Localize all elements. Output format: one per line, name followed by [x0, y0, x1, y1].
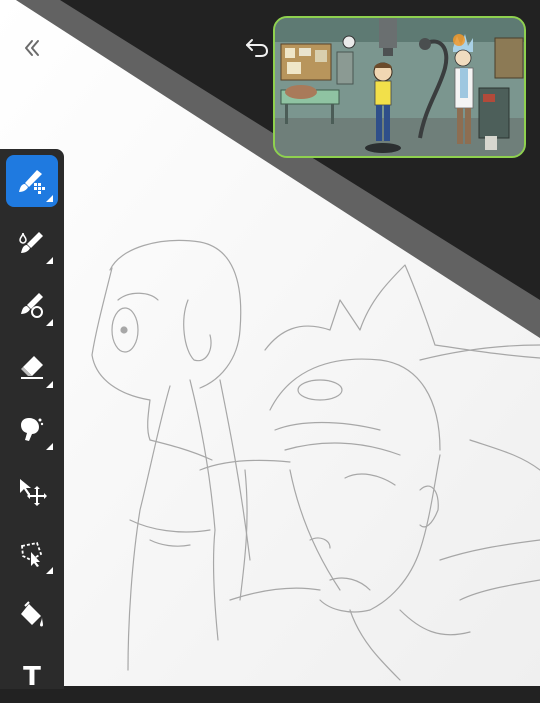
reference-image-thumbnail — [275, 18, 524, 156]
tool-move-transform[interactable] — [6, 465, 58, 517]
tool-paint-brush[interactable] — [6, 217, 58, 269]
tool-text[interactable]: T — [6, 651, 58, 703]
eraser-icon — [21, 356, 43, 379]
blend-brush-icon — [21, 293, 43, 318]
reference-image-panel[interactable] — [273, 16, 526, 158]
chevron-double-left-icon — [25, 40, 39, 56]
move-transform-icon — [20, 479, 47, 506]
options-indicator — [46, 257, 53, 264]
tool-palette: T — [0, 149, 64, 690]
tool-smudge[interactable] — [6, 403, 58, 455]
options-indicator — [46, 567, 53, 574]
paint-bucket-icon — [21, 601, 43, 627]
options-indicator — [46, 443, 53, 450]
paint-brush-icon — [19, 232, 43, 253]
tool-lasso-select[interactable] — [6, 527, 58, 579]
smudge-icon — [21, 418, 44, 441]
undo-arrow-icon — [246, 39, 269, 57]
tool-blend-brush[interactable] — [6, 279, 58, 331]
lasso-select-icon — [21, 541, 43, 567]
text-tool-icon: T — [23, 662, 41, 692]
tool-brush-grid[interactable] — [6, 155, 58, 207]
back-button[interactable] — [20, 34, 44, 62]
options-indicator — [46, 195, 53, 202]
undo-button[interactable] — [243, 35, 271, 59]
tool-paint-bucket[interactable] — [6, 589, 58, 641]
options-indicator — [46, 381, 53, 388]
options-indicator — [46, 319, 53, 326]
brush-grid-icon — [19, 170, 45, 194]
tool-eraser[interactable] — [6, 341, 58, 393]
